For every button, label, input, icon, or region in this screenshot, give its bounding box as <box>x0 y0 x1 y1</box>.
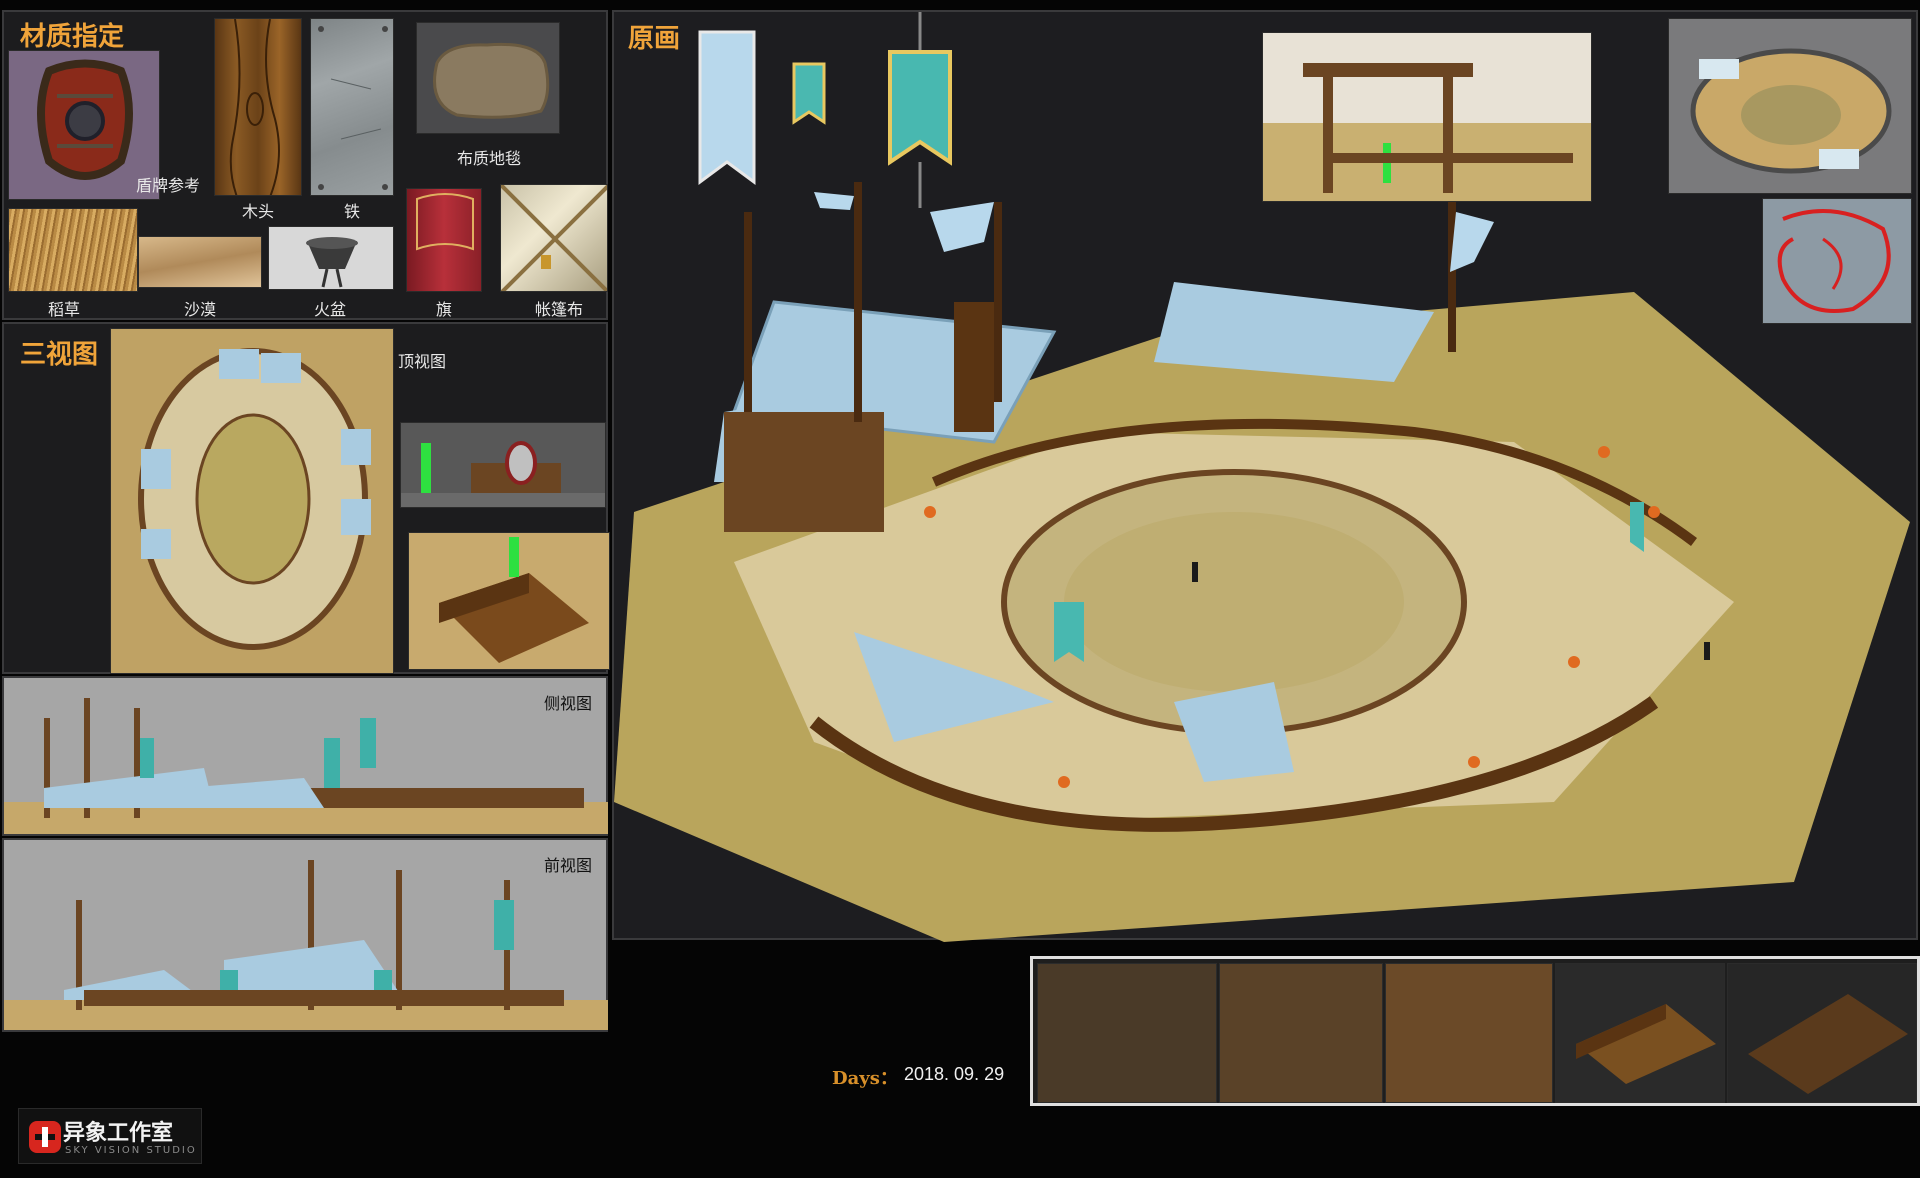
studio-subtitle: SKY VISION STUDIO <box>65 1145 197 1156</box>
materials-title: 材质指定 <box>20 22 125 52</box>
concept-title: 原画 <box>628 24 681 54</box>
top-view-image <box>110 328 394 674</box>
side-view-image <box>4 698 608 834</box>
front-view-image <box>4 860 608 1030</box>
prop-perspective-image <box>408 532 610 670</box>
detail-thumb-2 <box>1219 963 1383 1103</box>
wood-label: 木头 <box>241 202 274 221</box>
three-views-title: 三视图 <box>20 340 99 370</box>
carpet-label: 布质地毯 <box>456 149 521 168</box>
iron-texture <box>310 18 394 196</box>
concept-sketch-gate <box>1262 32 1592 202</box>
desert-label: 沙漠 <box>183 300 216 319</box>
studio-logo: 异象工作室 SKY VISION STUDIO <box>18 1108 202 1164</box>
tent-cloth-label: 帐篷布 <box>534 300 583 319</box>
carpet-image <box>416 22 560 134</box>
date-value: 2018. 09. 29 <box>904 1064 1005 1084</box>
presentation-board: 材质指定 盾牌参考 木头 铁 布质地毯 稻草 沙漠 火盆 旗 帐篷布 三视图 顶… <box>0 0 1920 1178</box>
detail-thumb-3 <box>1385 963 1553 1103</box>
prop-front-image <box>400 422 606 508</box>
studio-logo-icon <box>29 1121 61 1153</box>
three-views-panel: 三视图 顶视图 <box>2 322 610 674</box>
concept-panel: 原画 <box>612 10 1918 942</box>
brazier-label: 火盆 <box>313 300 346 319</box>
top-view-label: 顶视图 <box>398 352 447 371</box>
days-label: Days： <box>832 1068 898 1089</box>
detail-strip <box>1030 956 1920 1106</box>
main-render <box>614 182 1910 942</box>
flag-texture <box>406 188 482 292</box>
concept-sketch-topdown <box>1668 18 1912 194</box>
straw-label: 稻草 <box>47 300 80 319</box>
iron-label: 铁 <box>343 202 360 221</box>
detail-thumb-4 <box>1555 963 1725 1103</box>
detail-thumb-1 <box>1037 963 1217 1103</box>
shield-label: 盾牌参考 <box>135 176 200 195</box>
side-view-panel: 侧视图 <box>2 676 608 836</box>
studio-name: 异象工作室 <box>63 1121 174 1146</box>
tent-cloth-texture <box>500 184 608 292</box>
desert-texture <box>138 236 262 288</box>
wood-texture <box>214 18 302 196</box>
front-view-panel: 前视图 <box>2 838 608 1032</box>
detail-thumb-5 <box>1727 963 1917 1103</box>
straw-texture <box>8 208 138 292</box>
materials-panel: 材质指定 盾牌参考 木头 铁 布质地毯 稻草 沙漠 火盆 旗 帐篷布 <box>2 10 608 320</box>
flag-label: 旗 <box>435 300 452 319</box>
brazier-image <box>268 226 394 290</box>
